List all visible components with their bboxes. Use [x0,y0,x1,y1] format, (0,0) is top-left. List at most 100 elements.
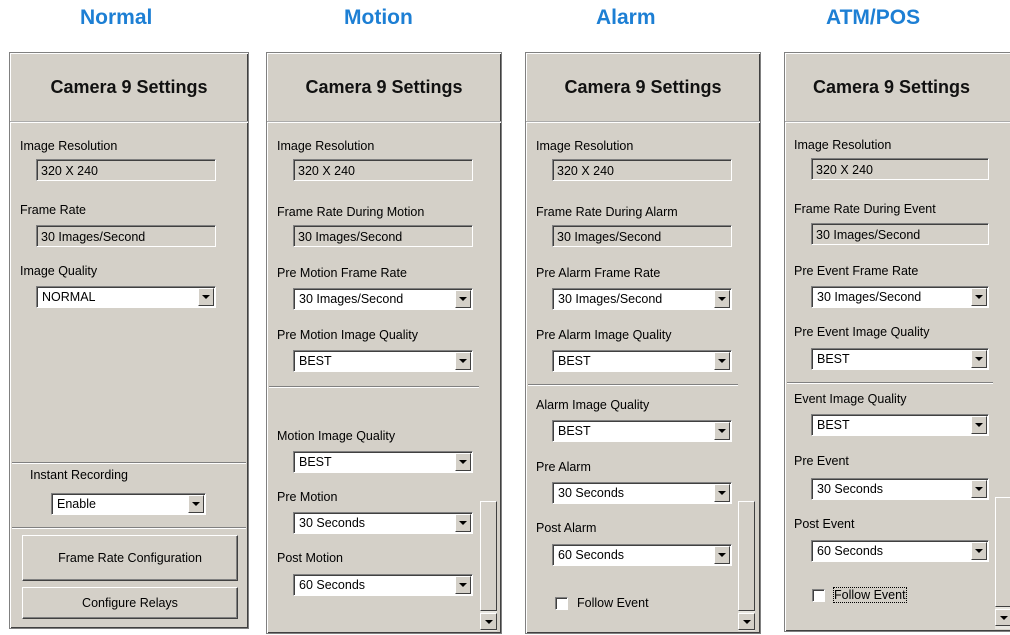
pre-alarm-image-quality-label: Pre Alarm Image Quality [536,328,672,342]
panel-title: Camera 9 Settings [785,53,1010,123]
post-event-select[interactable]: 60 Seconds [811,540,989,562]
mode-title-atm-pos: ATM/POS [826,6,921,29]
chevron-down-icon[interactable] [455,453,471,471]
chevron-down-icon[interactable] [971,480,987,498]
frame-rate-during-motion-label: Frame Rate During Motion [277,205,425,219]
pre-event-select[interactable]: 30 Seconds [811,478,989,500]
post-event-label: Post Event [794,517,855,531]
image-resolution-field: 320 X 240 [36,159,216,181]
camera-settings-panel-normal: Camera 9 Settings Image Resolution 320 X… [9,52,249,629]
image-resolution-label: Image Resolution [277,139,375,153]
pre-alarm-select[interactable]: 30 Seconds [552,482,732,504]
chevron-down-icon[interactable] [714,290,730,308]
divider [12,462,246,464]
image-quality-select[interactable]: NORMAL [36,286,216,308]
pre-event-image-quality-select[interactable]: BEST [811,348,989,370]
divider [787,382,993,384]
event-image-quality-select[interactable]: BEST [811,414,989,436]
scrollbar-thumb[interactable] [995,497,1010,607]
frame-rate-during-motion-field: 30 Images/Second [293,225,473,247]
post-motion-select[interactable]: 60 Seconds [293,574,473,596]
pre-event-label: Pre Event [794,454,849,468]
instant-recording-select[interactable]: Enable [51,493,206,515]
divider [528,384,738,386]
pre-alarm-frame-rate-label: Pre Alarm Frame Rate [536,266,661,280]
chevron-down-icon [999,615,1008,620]
divider [12,527,246,529]
chevron-down-icon [742,619,751,624]
instant-recording-label: Instant Recording [30,468,128,482]
post-alarm-select[interactable]: 60 Seconds [552,544,732,566]
alarm-image-quality-select[interactable]: BEST [552,420,732,442]
pre-motion-label: Pre Motion [277,490,338,504]
chevron-down-icon[interactable] [714,352,730,370]
chevron-down-icon[interactable] [455,576,471,594]
frame-rate-during-event-label: Frame Rate During Event [794,202,936,216]
scroll-down-button[interactable] [480,613,497,630]
chevron-down-icon[interactable] [198,288,214,306]
pre-motion-select[interactable]: 30 Seconds [293,512,473,534]
alarm-image-quality-label: Alarm Image Quality [536,398,650,412]
chevron-down-icon[interactable] [971,542,987,560]
chevron-down-icon[interactable] [455,514,471,532]
scroll-down-button[interactable] [995,609,1010,626]
frame-rate-during-alarm-field: 30 Images/Second [552,225,732,247]
image-resolution-label: Image Resolution [794,138,892,152]
chevron-down-icon[interactable] [971,288,987,306]
configure-relays-button[interactable]: Configure Relays [22,587,238,619]
motion-image-quality-select[interactable]: BEST [293,451,473,473]
chevron-down-icon[interactable] [971,416,987,434]
divider [269,386,479,388]
mode-title-motion: Motion [344,6,413,29]
post-alarm-label: Post Alarm [536,521,597,535]
pre-motion-image-quality-label: Pre Motion Image Quality [277,328,419,342]
chevron-down-icon[interactable] [714,422,730,440]
chevron-down-icon[interactable] [455,290,471,308]
pre-motion-image-quality-select[interactable]: BEST [293,350,473,372]
panel-title: Camera 9 Settings [10,53,248,123]
pre-motion-frame-rate-select[interactable]: 30 Images/Second [293,288,473,310]
camera-settings-panel-atm-pos: Camera 9 Settings Image Resolution 320 X… [784,52,1010,632]
motion-image-quality-label: Motion Image Quality [277,429,396,443]
vertical-scrollbar[interactable] [738,501,755,631]
follow-event-checkbox[interactable] [555,597,568,610]
panel-title: Camera 9 Settings [526,53,760,123]
follow-event-checkbox[interactable] [812,589,825,602]
pre-alarm-label: Pre Alarm [536,460,591,474]
image-resolution-field: 320 X 240 [552,159,732,181]
mode-title-normal: Normal [80,6,153,29]
chevron-down-icon[interactable] [455,352,471,370]
scrollbar-thumb[interactable] [738,501,755,611]
chevron-down-icon[interactable] [714,484,730,502]
event-image-quality-label: Event Image Quality [794,392,907,406]
vertical-scrollbar[interactable] [480,501,497,631]
chevron-down-icon[interactable] [188,495,204,513]
chevron-down-icon[interactable] [714,546,730,564]
pre-event-frame-rate-select[interactable]: 30 Images/Second [811,286,989,308]
image-resolution-field: 320 X 240 [811,158,989,180]
camera-settings-panel-motion: Camera 9 Settings Image Resolution 320 X… [266,52,502,634]
frame-rate-configuration-button[interactable]: Frame Rate Configuration [22,535,238,581]
scrollbar-thumb[interactable] [480,501,497,611]
panel-title: Camera 9 Settings [267,53,501,123]
image-resolution-label: Image Resolution [536,139,634,153]
scroll-down-button[interactable] [738,613,755,630]
post-motion-label: Post Motion [277,551,344,565]
follow-event-label[interactable]: Follow Event [833,587,907,603]
frame-rate-label: Frame Rate [20,203,86,217]
chevron-down-icon [484,619,493,624]
chevron-down-icon[interactable] [971,350,987,368]
frame-rate-during-alarm-label: Frame Rate During Alarm [536,205,678,219]
frame-rate-field: 30 Images/Second [36,225,216,247]
pre-motion-frame-rate-label: Pre Motion Frame Rate [277,266,407,280]
image-resolution-label: Image Resolution [20,139,118,153]
follow-event-label[interactable]: Follow Event [577,596,649,610]
mode-title-alarm: Alarm [596,6,656,29]
pre-event-frame-rate-label: Pre Event Frame Rate [794,264,919,278]
frame-rate-during-event-field: 30 Images/Second [811,223,989,245]
image-quality-label: Image Quality [20,264,98,278]
image-resolution-field: 320 X 240 [293,159,473,181]
pre-alarm-image-quality-select[interactable]: BEST [552,350,732,372]
pre-alarm-frame-rate-select[interactable]: 30 Images/Second [552,288,732,310]
vertical-scrollbar[interactable] [995,497,1010,629]
